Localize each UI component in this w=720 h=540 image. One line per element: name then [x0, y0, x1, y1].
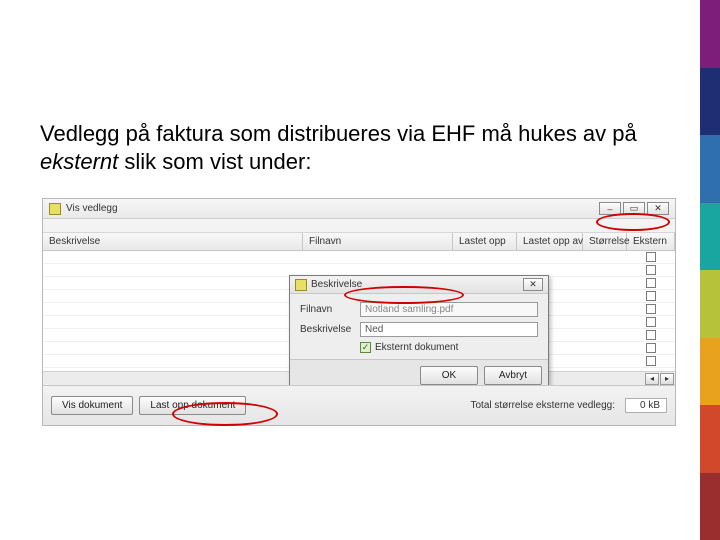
show-document-button[interactable]: Vis dokument — [51, 396, 133, 415]
total-size-label: Total størrelse eksterne vedlegg: — [470, 400, 615, 411]
filnavn-field — [360, 302, 538, 317]
minimize-button[interactable]: – — [599, 202, 621, 215]
grid-header: Beskrivelse Filnavn Lastet opp Lastet op… — [43, 233, 675, 251]
filnavn-label: Filnavn — [300, 304, 360, 315]
close-button[interactable]: ✕ — [647, 202, 669, 215]
ekstern-checkbox[interactable] — [646, 278, 656, 288]
window-title: Vis vedlegg — [66, 203, 118, 214]
ekstern-checkbox[interactable] — [646, 252, 656, 262]
eksternt-checkbox-label: Eksternt dokument — [375, 342, 458, 353]
col-lastet-opp-av[interactable]: Lastet opp av — [517, 233, 583, 250]
ekstern-checkbox[interactable] — [646, 356, 656, 366]
total-size-value: 0 kB — [625, 398, 667, 413]
window-toolbar — [43, 219, 675, 233]
dialog-titlebar[interactable]: Beskrivelse ✕ — [290, 276, 548, 294]
window-icon — [49, 203, 61, 215]
ekstern-checkbox[interactable] — [646, 330, 656, 340]
upload-document-button[interactable]: Last opp dokument — [139, 396, 246, 415]
cancel-button[interactable]: Avbryt — [484, 366, 542, 385]
col-beskrivelse[interactable]: Beskrivelse — [43, 233, 303, 250]
heading-text-suffix: slik som vist under: — [118, 149, 311, 174]
heading-text-prefix: Vedlegg på faktura som distribueres via … — [40, 121, 637, 146]
beskrivelse-dialog: Beskrivelse ✕ Filnavn Beskrivelse ✓ Ekst… — [289, 275, 549, 385]
ekstern-checkbox[interactable] — [646, 265, 656, 275]
slide-accent-stripe — [700, 0, 720, 540]
dialog-title: Beskrivelse — [311, 279, 362, 290]
eksternt-checkbox[interactable]: ✓ — [360, 342, 371, 353]
dialog-close-button[interactable]: ✕ — [523, 278, 543, 291]
dialog-icon — [295, 279, 307, 291]
ekstern-checkbox[interactable] — [646, 317, 656, 327]
col-storrelse[interactable]: Størrelse — [583, 233, 627, 250]
ok-button[interactable]: OK — [420, 366, 478, 385]
slide-heading: Vedlegg på faktura som distribueres via … — [40, 120, 680, 175]
scroll-left-button[interactable]: ◂ — [645, 373, 659, 385]
table-row[interactable] — [43, 251, 675, 264]
col-lastet-opp[interactable]: Lastet opp — [453, 233, 517, 250]
heading-text-emphasis: eksternt — [40, 149, 118, 174]
maximize-button[interactable]: ▭ — [623, 202, 645, 215]
ekstern-checkbox[interactable] — [646, 304, 656, 314]
window-titlebar[interactable]: Vis vedlegg – ▭ ✕ — [43, 199, 675, 219]
beskrivelse-field[interactable] — [360, 322, 538, 337]
col-filnavn[interactable]: Filnavn — [303, 233, 453, 250]
col-ekstern[interactable]: Ekstern — [627, 233, 675, 250]
attachments-window: Vis vedlegg – ▭ ✕ Beskrivelse Filnavn La… — [42, 198, 676, 426]
window-footer: Vis dokument Last opp dokument Total stø… — [43, 385, 675, 425]
beskrivelse-label: Beskrivelse — [300, 324, 360, 335]
ekstern-checkbox[interactable] — [646, 343, 656, 353]
attachments-grid: Beskrivelse Filnavn Lastet opp Lastet op… — [43, 233, 675, 385]
scroll-right-button[interactable]: ▸ — [660, 373, 674, 385]
ekstern-checkbox[interactable] — [646, 291, 656, 301]
